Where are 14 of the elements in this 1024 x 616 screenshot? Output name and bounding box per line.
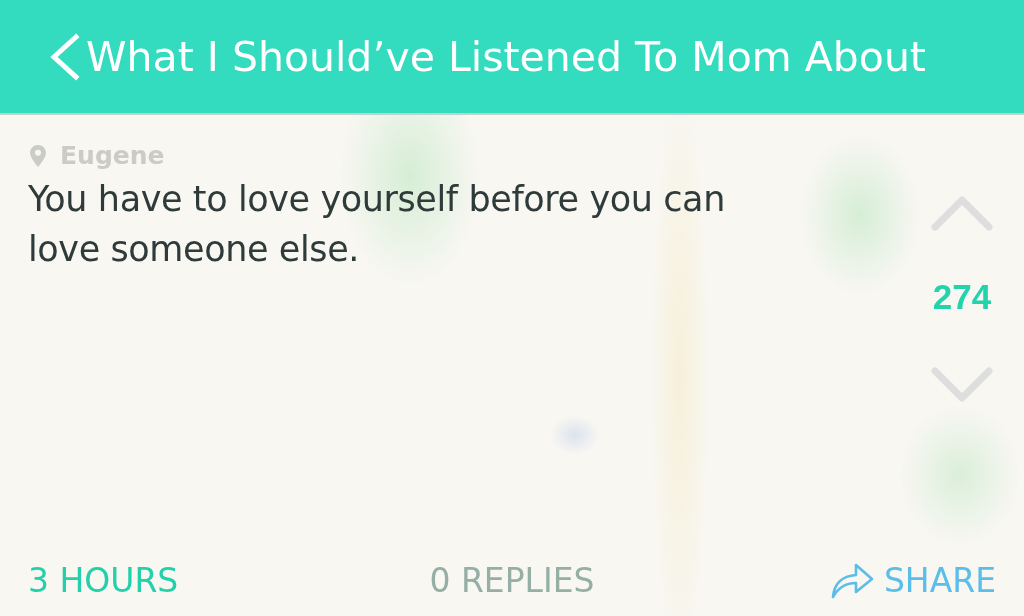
chevron-left-icon	[48, 32, 80, 81]
page-title: What I Should’ve Listened To Mom About	[86, 32, 926, 81]
post-time: 3 HOURS	[28, 561, 179, 600]
downvote-button[interactable]	[931, 367, 993, 403]
share-button[interactable]: SHARE	[829, 561, 996, 600]
share-arrow-icon	[829, 561, 874, 600]
chevron-up-icon	[931, 195, 993, 231]
chevron-down-icon	[931, 367, 993, 403]
back-button[interactable]	[48, 32, 80, 81]
vote-count: 274	[932, 277, 992, 317]
post-message: You have to love yourself before you can love someone else.	[28, 178, 726, 271]
location-pin-icon	[30, 144, 46, 167]
upvote-button[interactable]	[931, 195, 993, 231]
replies-count: 0 REPLIES	[429, 561, 595, 600]
